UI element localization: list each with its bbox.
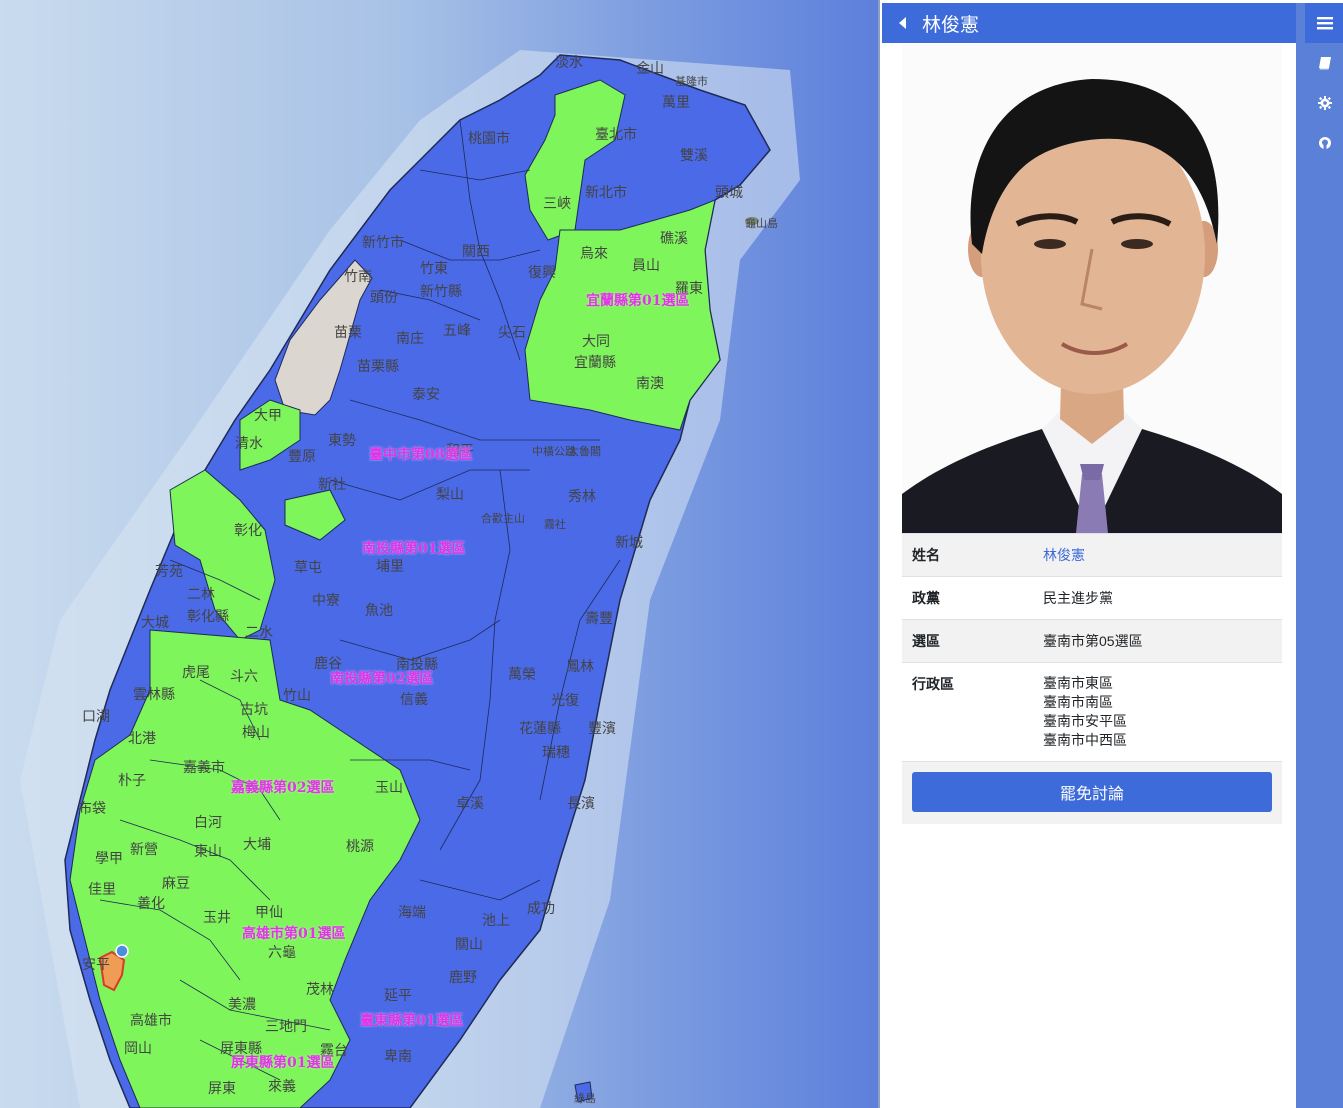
legislator-info-table: 姓名 林俊憲 政黨 民主進步黨 選區 臺南市第05選區 行政區 臺南市東區 臺南… bbox=[902, 533, 1282, 761]
constituency-label-kaohsiung-01[interactable]: 高雄市第01選區 bbox=[242, 923, 345, 943]
location-marker[interactable] bbox=[115, 944, 129, 958]
party-value: 民主進步黨 bbox=[1033, 576, 1282, 620]
district-item: 臺南市南區 bbox=[1043, 694, 1113, 710]
constituency-label-nantou-02[interactable]: 南投縣第02選區 bbox=[330, 668, 433, 688]
district-list: 臺南市東區 臺南市南區 臺南市安平區 臺南市中西區 bbox=[1033, 662, 1282, 761]
constituency-label-chiayi-02[interactable]: 嘉義縣第02選區 bbox=[231, 777, 334, 797]
constituency-label: 選區 bbox=[902, 619, 1033, 663]
caret-left-icon[interactable] bbox=[882, 3, 922, 43]
table-row: 行政區 臺南市東區 臺南市南區 臺南市安平區 臺南市中西區 bbox=[902, 662, 1282, 761]
sidebar-content: 姓名 林俊憲 政黨 民主進步黨 選區 臺南市第05選區 行政區 臺南市東區 臺南… bbox=[902, 44, 1282, 824]
menu-icon[interactable] bbox=[1305, 3, 1343, 43]
constituency-label-taitung-01[interactable]: 臺東縣第01選區 bbox=[360, 1010, 463, 1030]
table-row: 政黨 民主進步黨 bbox=[902, 576, 1282, 620]
district-label: 行政區 bbox=[902, 662, 1033, 761]
legislator-photo bbox=[902, 44, 1282, 533]
district-item: 臺南市中西區 bbox=[1043, 732, 1127, 748]
table-row: 選區 臺南市第05選區 bbox=[902, 619, 1282, 663]
district-item: 臺南市安平區 bbox=[1043, 713, 1127, 729]
gear-icon[interactable] bbox=[1305, 83, 1343, 123]
name-link[interactable]: 林俊憲 bbox=[1043, 547, 1085, 563]
recall-discussion-button[interactable]: 罷免討論 bbox=[912, 772, 1272, 812]
book-icon[interactable] bbox=[1305, 43, 1343, 83]
constituency-label-pingtung-01[interactable]: 屏東縣第01選區 bbox=[231, 1052, 334, 1072]
button-row: 罷免討論 bbox=[902, 761, 1282, 824]
map-view[interactable]: 淡水 金山 基隆市 萬里 桃園市 臺北市 雙溪 新北市 頭城 龜山島 三峽 新竹… bbox=[0, 0, 880, 1108]
constituency-label-yilan-01[interactable]: 宜蘭縣第01選區 bbox=[586, 290, 689, 310]
guishan-island bbox=[745, 217, 759, 225]
district-item: 臺南市東區 bbox=[1043, 675, 1113, 691]
github-icon[interactable] bbox=[1305, 123, 1343, 163]
constituency-label-nantou-01[interactable]: 南投縣第01選區 bbox=[362, 538, 465, 558]
constituency-label-taichung-08[interactable]: 臺中市第08選區 bbox=[369, 444, 472, 464]
sidebar-title: 林俊憲 bbox=[922, 14, 980, 36]
sidebar-panel: 林俊憲 姓名 林俊憲 政黨 民主進步黨 選區 臺南市第05選區 行政區 臺南市東… bbox=[878, 0, 1343, 1108]
name-label: 姓名 bbox=[902, 533, 1033, 577]
sidebar-header: 林俊憲 bbox=[882, 3, 1296, 43]
party-label: 政黨 bbox=[902, 576, 1033, 620]
green-island[interactable] bbox=[574, 1081, 593, 1103]
table-row: 姓名 林俊憲 bbox=[902, 533, 1282, 577]
sidebar-tabs bbox=[1296, 3, 1343, 1108]
constituency-value: 臺南市第05選區 bbox=[1033, 619, 1282, 663]
